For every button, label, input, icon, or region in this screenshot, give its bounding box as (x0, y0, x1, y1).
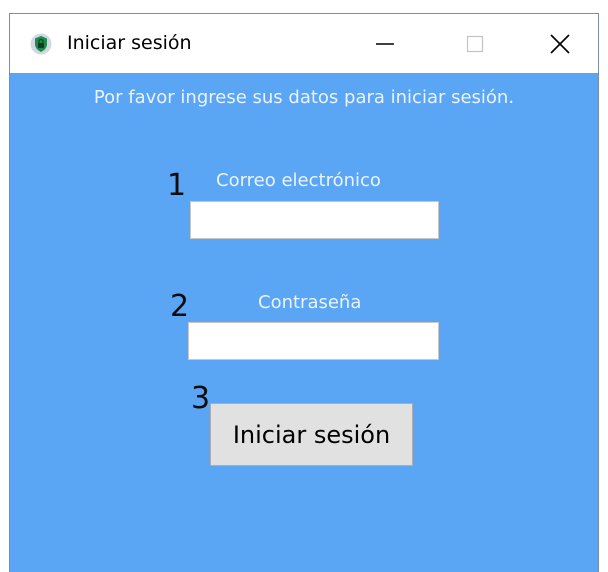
password-input[interactable] (188, 322, 439, 360)
minimize-button[interactable] (340, 14, 430, 73)
minimize-icon (376, 42, 394, 45)
window-title: Iniciar sesión (67, 32, 192, 54)
title-bar[interactable]: Iniciar sesión (10, 14, 598, 73)
login-instructions: Por favor ingrese sus datos para iniciar… (93, 87, 515, 108)
login-window: Iniciar sesión Por favor ingrese sus dat… (9, 13, 599, 572)
email-input[interactable] (190, 201, 439, 239)
login-button[interactable]: Iniciar sesión (210, 403, 413, 466)
maximize-icon (466, 35, 484, 52)
close-icon (550, 33, 570, 54)
step-number-1: 1 (167, 168, 187, 203)
maximize-button[interactable] (430, 14, 520, 73)
step-number-2: 2 (170, 289, 190, 324)
email-label: Correo electrónico (216, 170, 381, 191)
lock-shield-icon (30, 33, 52, 55)
close-button[interactable] (520, 14, 600, 73)
step-number-3: 3 (191, 381, 211, 416)
password-label: Contraseña (258, 292, 362, 313)
